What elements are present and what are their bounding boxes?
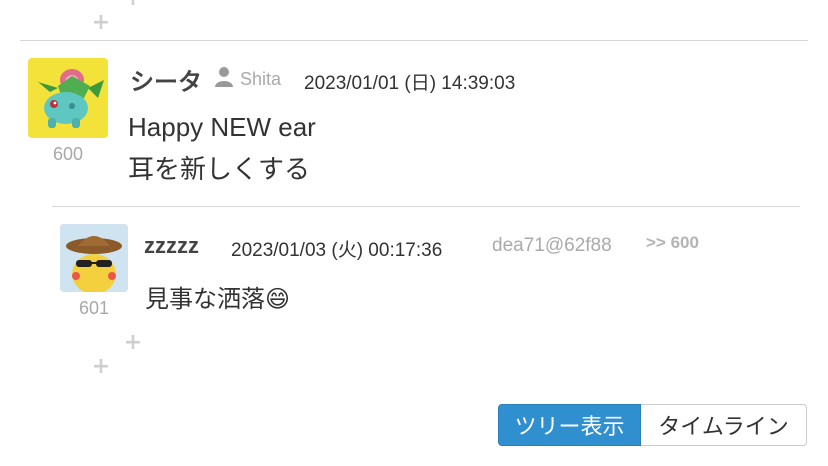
user-id: Shita — [240, 69, 282, 89]
expand-icon[interactable]: + — [122, 332, 144, 354]
view-toggle: ツリー表示 タイムライン — [498, 404, 807, 446]
author-name: zzzzz — [144, 233, 199, 258]
user-icon — [214, 66, 234, 93]
post-datetime: 2023/01/03 (火) 00:17:36 — [231, 240, 443, 261]
post-datetime: 2023/01/01 (日) 14:39:03 — [304, 73, 516, 94]
post-body-text: 見事な洒落 — [145, 286, 265, 313]
post-body-line: 耳を新しくする — [128, 154, 311, 184]
divider — [52, 206, 800, 207]
expand-icon[interactable]: + — [90, 356, 112, 378]
divider — [20, 40, 808, 41]
ivysaur-icon — [38, 69, 104, 128]
post-body-line: Happy NEW ear — [128, 112, 316, 142]
post-body-line: 見事な洒落😄 — [145, 279, 290, 314]
author-name: シータ — [130, 69, 202, 96]
user-id: dea71@62f88 — [492, 235, 612, 256]
expand-icon[interactable]: + — [122, 0, 144, 10]
post-number: 601 — [78, 298, 110, 318]
pikachu-icon — [60, 224, 128, 292]
reply-reference-link[interactable]: >> 600 — [646, 233, 699, 253]
timeline-view-button[interactable]: タイムライン — [641, 404, 807, 446]
post-number: 600 — [52, 144, 84, 164]
avatar[interactable] — [28, 58, 108, 138]
expand-icon[interactable]: + — [90, 12, 112, 34]
tree-view-button[interactable]: ツリー表示 — [498, 404, 641, 446]
grin-emoji-icon: 😄 — [265, 285, 291, 313]
avatar[interactable] — [60, 224, 128, 292]
